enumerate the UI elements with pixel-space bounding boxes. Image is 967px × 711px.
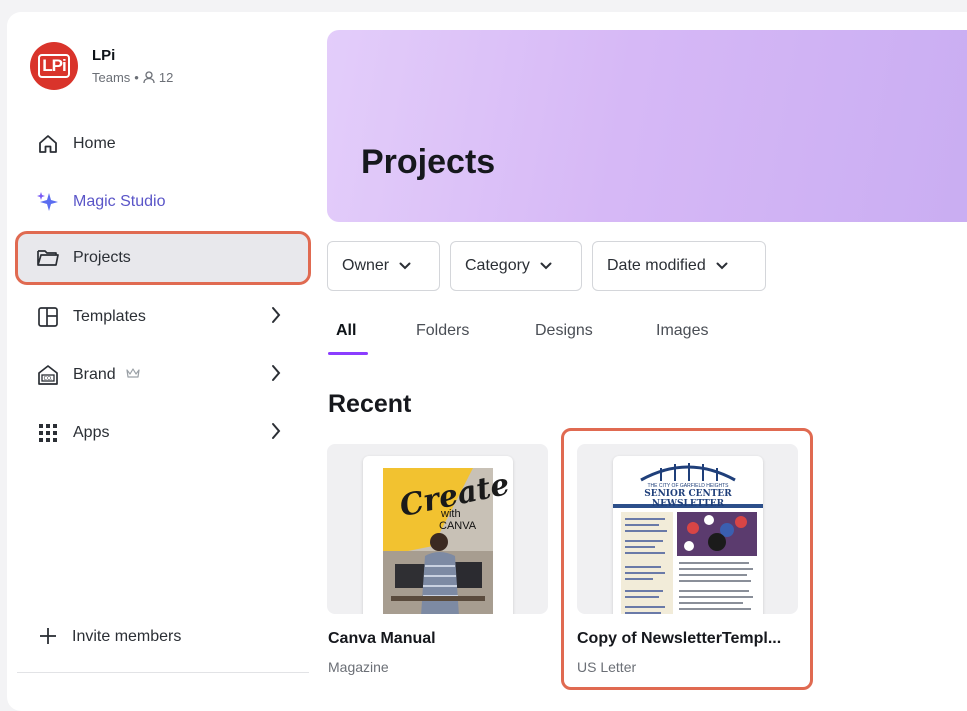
chevron-down-icon	[399, 257, 411, 275]
plus-icon	[38, 626, 58, 647]
sparkle-icon	[35, 190, 61, 214]
sidebar-item-projects[interactable]: Projects	[15, 231, 311, 285]
sidebar-divider	[17, 672, 309, 673]
team-meta: Teams • 12	[92, 70, 173, 85]
invite-members-label: Invite members	[72, 627, 182, 645]
tab-all[interactable]: All	[336, 322, 356, 340]
crown-icon	[126, 366, 140, 384]
cover-with: with	[441, 508, 461, 520]
sidebar-item-templates[interactable]: Templates	[17, 292, 309, 342]
sidebar-item-label: Magic Studio	[73, 193, 166, 210]
team-member-count: 12	[158, 70, 174, 85]
sidebar-item-label: Apps	[73, 424, 110, 441]
team-name: LPi	[92, 47, 116, 64]
brand-icon: CO.	[35, 363, 61, 387]
page-header-banner: Projects	[327, 30, 967, 222]
sidebar-item-magic-studio[interactable]: Magic Studio	[17, 177, 309, 227]
team-switcher[interactable]: LPi LPi Teams • 12	[30, 42, 173, 90]
team-plan: Teams	[92, 70, 131, 85]
category-filter-dropdown[interactable]: Category	[450, 241, 582, 291]
owner-filter-dropdown[interactable]: Owner	[327, 241, 440, 291]
cover-brand: CANVA	[439, 520, 477, 532]
sidebar-item-apps[interactable]: Apps	[17, 408, 309, 458]
chevron-down-icon	[540, 257, 552, 275]
home-icon	[35, 132, 61, 156]
tab-designs[interactable]: Designs	[535, 322, 593, 340]
magazine-cover: Create with CANVA	[363, 456, 513, 614]
filter-label: Owner	[342, 257, 390, 274]
apps-grid-icon	[35, 421, 61, 445]
templates-icon	[35, 305, 61, 329]
sidebar-item-home[interactable]: Home	[17, 119, 309, 169]
sidebar-item-label: Templates	[73, 308, 146, 325]
person-icon	[143, 71, 155, 84]
tab-folders[interactable]: Folders	[416, 322, 469, 340]
chevron-right-icon	[271, 306, 281, 329]
filter-label: Date modified	[607, 257, 706, 274]
selection-highlight	[561, 428, 813, 690]
sidebar-item-label: Home	[73, 135, 116, 152]
active-tab-indicator	[328, 352, 368, 355]
team-logo-text: LPi	[38, 54, 70, 78]
sidebar-item-brand[interactable]: CO. Brand	[17, 350, 309, 400]
folder-icon	[35, 246, 61, 270]
chevron-right-icon	[271, 364, 281, 387]
design-title[interactable]: Canva Manual	[328, 630, 436, 648]
chevron-down-icon	[716, 257, 728, 275]
svg-text:CO.: CO.	[44, 376, 53, 382]
tab-images[interactable]: Images	[656, 322, 708, 340]
invite-members-button[interactable]: Invite members	[38, 626, 181, 647]
bullet-separator: •	[134, 70, 139, 85]
design-type: Magazine	[328, 659, 389, 675]
design-thumbnail[interactable]: Create with CANVA	[327, 444, 548, 614]
page-title: Projects	[361, 143, 496, 181]
date-modified-filter-dropdown[interactable]: Date modified	[592, 241, 766, 291]
chevron-right-icon	[271, 422, 281, 445]
sidebar-item-label: Projects	[73, 249, 131, 266]
section-title-recent: Recent	[328, 390, 412, 418]
filter-label: Category	[465, 257, 530, 274]
sidebar-item-label: Brand	[73, 366, 116, 383]
team-logo: LPi	[30, 42, 78, 90]
